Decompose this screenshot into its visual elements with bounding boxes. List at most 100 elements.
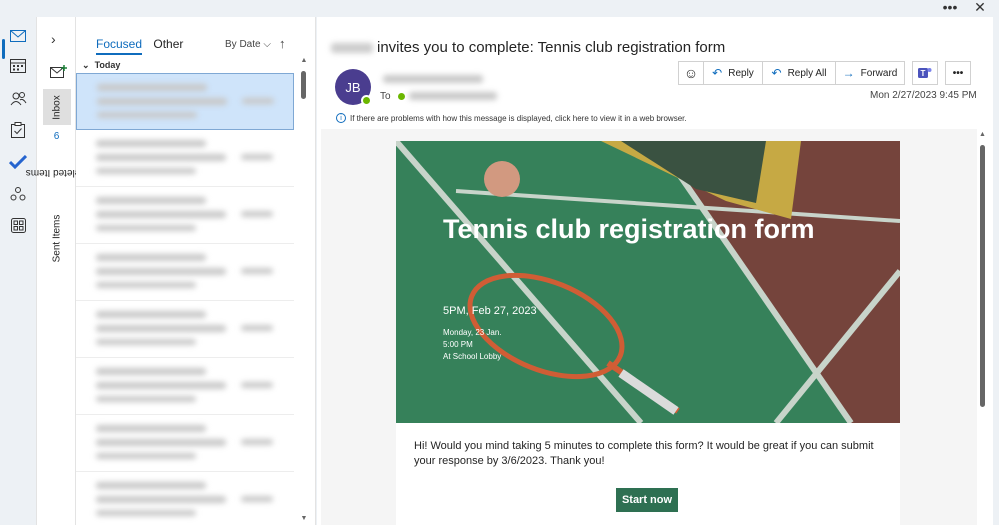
emoji-icon: ☺ <box>683 65 699 81</box>
presence-icon <box>361 95 372 106</box>
redacted-text <box>96 211 226 218</box>
redacted-sender <box>331 43 373 54</box>
redacted-text <box>96 368 206 375</box>
redacted-text <box>96 197 206 204</box>
apps-icon[interactable] <box>4 212 32 238</box>
sort-direction-icon[interactable]: ↑ <box>279 36 286 51</box>
tab-other[interactable]: Other <box>153 37 183 53</box>
expand-folders-chevron-icon[interactable]: › <box>51 31 56 47</box>
info-icon: i <box>336 113 346 123</box>
folder-inbox-label: Inbox <box>51 94 63 120</box>
group-header-today[interactable]: ⌄ Today <box>82 60 120 71</box>
list-item[interactable] <box>76 358 294 415</box>
redacted-text <box>96 311 206 318</box>
tasks-icon[interactable] <box>4 117 32 143</box>
reading-scrollbar[interactable]: ▲ <box>978 129 988 525</box>
redacted-recipient <box>409 92 497 100</box>
redacted-text <box>241 211 273 217</box>
redacted-text <box>96 510 196 516</box>
folder-pane: › Inbox Deleted Items9 Sent Items <box>26 17 88 525</box>
banner-title: Tennis club registration form <box>443 214 815 244</box>
banner-date: 5PM, Feb 27, 2023 <box>443 305 537 317</box>
tennis-court-illustration <box>396 141 900 423</box>
message-subject: invites you to complete: Tennis club reg… <box>331 39 725 56</box>
start-now-button[interactable]: Start now <box>616 488 678 512</box>
redacted-text <box>241 268 273 274</box>
redacted-text <box>241 439 273 445</box>
people-icon[interactable] <box>4 85 32 111</box>
teams-icon: T <box>918 68 932 78</box>
forward-button[interactable]: → Forward <box>835 61 905 85</box>
reading-scroll-thumb[interactable] <box>980 145 985 407</box>
banner-day: Monday, 23 Jan. <box>443 328 502 337</box>
calendar-icon[interactable] <box>4 52 32 78</box>
redacted-text <box>96 482 206 489</box>
chevron-down-icon: ⌵ <box>263 39 271 50</box>
reading-pane: invites you to complete: Tennis club reg… <box>317 17 993 525</box>
teams-button[interactable]: T <box>912 61 938 85</box>
redacted-text <box>96 325 226 332</box>
deleted-count-badge: 9 <box>54 128 60 140</box>
reply-label: Reply <box>728 67 754 79</box>
list-item[interactable] <box>76 301 294 358</box>
close-window-button[interactable]: ✕ <box>966 0 994 17</box>
collapse-chevron-icon: ⌄ <box>82 60 90 70</box>
folder-inbox[interactable]: Inbox <box>43 89 71 125</box>
redacted-text <box>96 425 206 432</box>
list-item[interactable] <box>76 244 294 301</box>
redacted-text <box>241 382 273 388</box>
redacted-text <box>96 439 226 446</box>
forward-label: Forward <box>860 67 898 79</box>
folder-sent-label: Sent Items <box>51 214 63 262</box>
redacted-text <box>96 254 206 261</box>
mail-icon[interactable] <box>4 23 32 49</box>
scroll-up-icon[interactable]: ▲ <box>979 131 986 138</box>
more-options-button[interactable]: ••• <box>936 0 964 17</box>
list-item[interactable] <box>76 73 294 130</box>
scroll-down-icon[interactable]: ▼ <box>300 515 308 522</box>
sort-label: By Date <box>225 39 261 50</box>
message-rows <box>76 73 294 525</box>
reply-button[interactable]: ↶ Reply <box>703 61 763 85</box>
redacted-text <box>96 268 226 275</box>
banner-time: 5:00 PM <box>443 340 473 349</box>
tab-focused[interactable]: Focused <box>96 37 143 55</box>
folder-deleted-items[interactable]: Deleted Items9 <box>26 128 88 203</box>
list-scrollbar[interactable]: ▲ ▼ <box>300 57 308 525</box>
redacted-text <box>241 154 273 160</box>
new-mail-icon[interactable] <box>50 65 67 82</box>
reply-all-label: Reply All <box>787 67 827 79</box>
redacted-text <box>97 98 227 105</box>
group-label: Today <box>94 60 121 70</box>
redacted-text <box>96 225 196 231</box>
redacted-text <box>241 325 273 331</box>
redacted-text <box>241 496 273 502</box>
message-list: Focused Other By Date ⌵ ↑ ⌄ Today ▲ ▼ <box>76 17 316 525</box>
list-scroll-thumb[interactable] <box>301 71 306 99</box>
list-item[interactable] <box>76 415 294 472</box>
reply-all-icon: ↶ <box>771 66 782 80</box>
reply-all-button[interactable]: ↶ Reply All <box>762 61 836 85</box>
redacted-text <box>96 282 196 288</box>
redacted-text <box>96 168 196 174</box>
redacted-text <box>97 84 207 91</box>
groups-icon[interactable] <box>4 181 32 207</box>
reply-icon: ↶ <box>712 66 723 80</box>
folder-sent-items[interactable]: Sent Items <box>43 213 71 263</box>
scroll-up-icon[interactable]: ▲ <box>300 57 308 64</box>
form-banner: Tennis club registration form 5PM, Feb 2… <box>396 141 900 423</box>
redacted-text <box>96 339 196 345</box>
message-body: Tennis club registration form 5PM, Feb 2… <box>321 129 977 525</box>
info-bar[interactable]: i If there are problems with how this mes… <box>336 113 687 123</box>
message-actions: ☺ ↶ Reply ↶ Reply All → Forward T ••• <box>678 61 971 85</box>
sort-dropdown[interactable]: By Date ⌵ <box>225 39 271 50</box>
more-actions-button[interactable]: ••• <box>945 61 971 85</box>
list-item[interactable] <box>76 130 294 187</box>
body-text: Hi! Would you mind taking 5 minutes to c… <box>414 440 874 467</box>
list-item[interactable] <box>76 187 294 244</box>
list-item[interactable] <box>76 472 294 525</box>
react-button[interactable]: ☺ <box>678 61 704 85</box>
redacted-sender-name <box>383 75 483 83</box>
title-bar: ••• ✕ <box>0 0 999 17</box>
message-timestamp: Mon 2/27/2023 9:45 PM <box>870 90 977 101</box>
